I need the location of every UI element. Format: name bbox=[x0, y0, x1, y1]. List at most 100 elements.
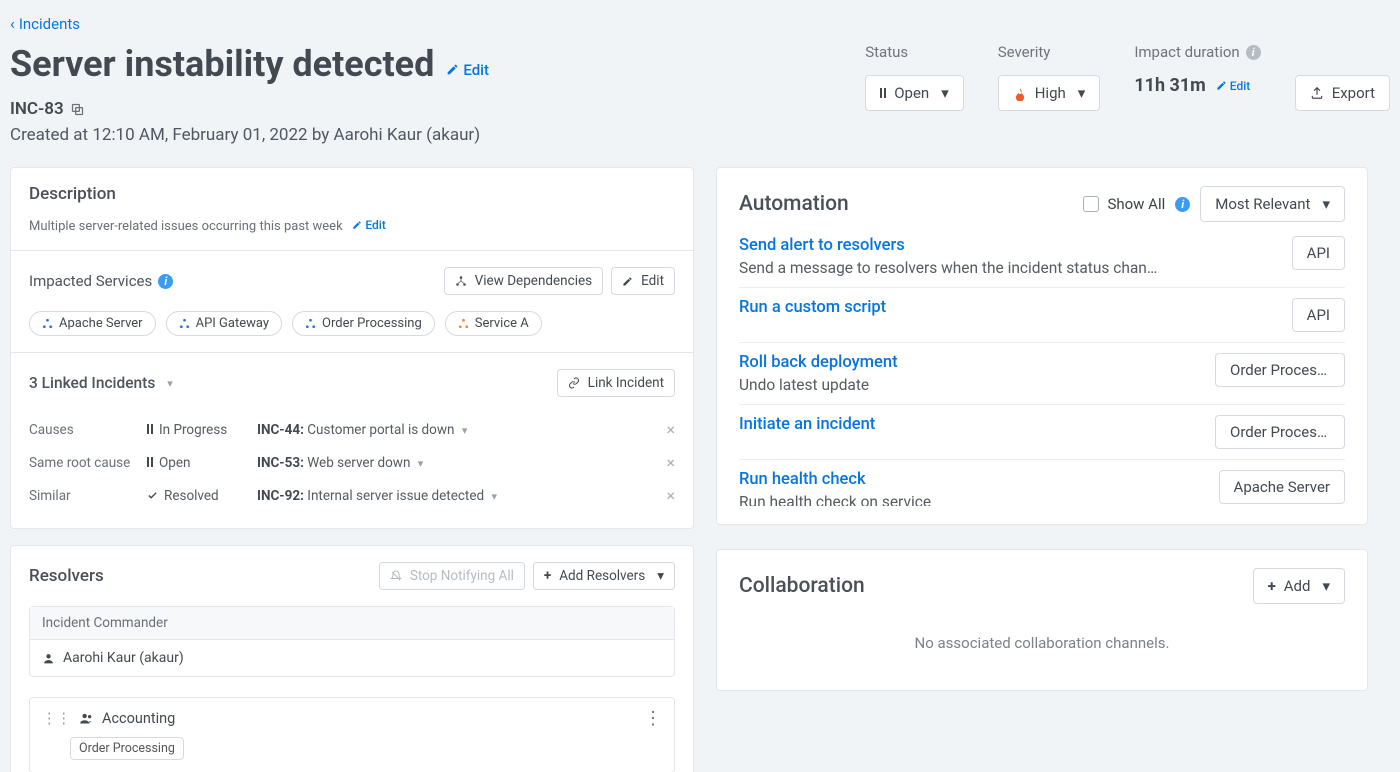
add-resolvers-button[interactable]: + Add Resolvers ▾ bbox=[533, 562, 675, 590]
pencil-icon bbox=[1216, 80, 1227, 91]
service-tag[interactable]: Order Processing bbox=[292, 311, 435, 336]
automation-badge[interactable]: API bbox=[1292, 298, 1345, 332]
service-name: API Gateway bbox=[196, 316, 269, 331]
meta-severity-label: Severity bbox=[998, 43, 1101, 61]
hierarchy-icon bbox=[458, 316, 469, 331]
pause-icon bbox=[880, 88, 886, 98]
fire-icon bbox=[1013, 84, 1027, 102]
automation-item: Run a custom script API bbox=[739, 288, 1345, 343]
collaboration-heading: Collaboration bbox=[739, 574, 865, 598]
export-button[interactable]: Export bbox=[1295, 75, 1390, 111]
breadcrumb[interactable]: ‹ Incidents bbox=[10, 12, 80, 43]
automation-name[interactable]: Roll back deployment bbox=[739, 353, 1201, 372]
caret-down-icon: ▾ bbox=[941, 84, 949, 102]
info-icon[interactable]: i bbox=[1175, 197, 1190, 212]
page-title: Server instability detected bbox=[10, 43, 434, 85]
edit-impact[interactable]: Edit bbox=[1216, 79, 1250, 93]
automation-item: Send alert to resolvers Send a message t… bbox=[739, 236, 1345, 288]
description-text: Multiple server-related issues occurring… bbox=[29, 219, 343, 234]
meta-panel: Status Open ▾ Severity High ▾ bbox=[865, 43, 1390, 111]
export-label: Export bbox=[1332, 84, 1375, 102]
role-person-row[interactable]: Aarohi Kaur (akaur) bbox=[30, 640, 674, 676]
hierarchy-icon bbox=[305, 316, 316, 331]
linked-status: Open bbox=[147, 455, 247, 471]
edit-description[interactable]: Edit bbox=[352, 218, 385, 232]
edit-title[interactable]: Edit bbox=[446, 61, 489, 79]
resolver-group: ⋮⋮ Accounting ⋮ Order Processing bbox=[29, 697, 675, 772]
automation-name[interactable]: Run a custom script bbox=[739, 298, 1278, 317]
automation-name[interactable]: Initiate an incident bbox=[739, 415, 1201, 434]
card-description-impacted-linked: Description Multiple server-related issu… bbox=[10, 167, 694, 529]
automation-sub: Run health check on service bbox=[739, 493, 1159, 506]
card-automation: Automation Show All i Most Relevant ▾ bbox=[716, 167, 1368, 525]
remove-linked-icon[interactable]: × bbox=[659, 486, 675, 505]
linked-status: In Progress bbox=[147, 422, 247, 438]
add-collaboration-button[interactable]: + Add ▾ bbox=[1253, 568, 1345, 604]
impact-duration: 11h 31m bbox=[1134, 75, 1205, 96]
remove-linked-icon[interactable]: × bbox=[659, 453, 675, 472]
pencil-icon bbox=[352, 220, 362, 230]
linked-ref[interactable]: INC-44: Customer portal is down ▾ bbox=[257, 422, 649, 438]
meta-status-label: Status bbox=[865, 43, 964, 61]
edit-title-label: Edit bbox=[463, 61, 489, 79]
automation-badge[interactable]: Order Processing bbox=[1215, 415, 1345, 449]
automation-badge[interactable]: API bbox=[1292, 236, 1345, 270]
automation-badge[interactable]: Apache Server bbox=[1219, 470, 1345, 504]
view-dependencies-button[interactable]: View Dependencies bbox=[444, 267, 603, 295]
card-collaboration: Collaboration + Add ▾ No associated coll… bbox=[716, 549, 1368, 691]
hierarchy-icon bbox=[179, 316, 190, 331]
automation-name[interactable]: Run health check bbox=[739, 470, 1205, 489]
remove-linked-icon[interactable]: × bbox=[659, 420, 675, 439]
automation-item: Initiate an incident Order Processing bbox=[739, 405, 1345, 460]
service-name: Apache Server bbox=[59, 316, 143, 331]
pencil-icon bbox=[622, 276, 633, 287]
plus-icon: + bbox=[544, 568, 551, 584]
linked-ref[interactable]: INC-92: Internal server issue detected ▾ bbox=[257, 488, 649, 504]
group-tag[interactable]: Order Processing bbox=[70, 737, 184, 760]
card-resolvers: Resolvers Stop Notifying All + Add Resol… bbox=[10, 545, 694, 772]
service-tag[interactable]: Apache Server bbox=[29, 311, 156, 336]
kebab-icon[interactable]: ⋮ bbox=[644, 708, 662, 729]
caret-down-icon: ▾ bbox=[657, 568, 664, 584]
link-incident-button[interactable]: Link Incident bbox=[557, 369, 675, 397]
drag-handle-icon[interactable]: ⋮⋮ bbox=[42, 710, 71, 727]
pause-icon bbox=[147, 455, 153, 471]
automation-sub: Undo latest update bbox=[739, 376, 1159, 394]
service-tag[interactable]: API Gateway bbox=[166, 311, 282, 336]
service-tag[interactable]: Service A bbox=[445, 311, 542, 336]
automation-badge[interactable]: Order Processing bbox=[1215, 353, 1345, 387]
automation-item: Run health check Run health check on ser… bbox=[739, 460, 1345, 506]
automation-list[interactable]: Send alert to resolvers Send a message t… bbox=[739, 236, 1345, 506]
checkbox-icon bbox=[1083, 196, 1099, 212]
show-all-checkbox[interactable]: Show All bbox=[1083, 195, 1165, 213]
service-name: Order Processing bbox=[322, 316, 422, 331]
stop-notifying-button[interactable]: Stop Notifying All bbox=[379, 562, 525, 590]
linked-incident-row: Similar Resolved INC-92: Internal server… bbox=[29, 479, 675, 512]
chevron-down-icon: ▾ bbox=[167, 377, 173, 390]
linked-heading-toggle[interactable]: 3 Linked Incidents ▾ bbox=[29, 374, 173, 392]
check-icon bbox=[147, 488, 158, 504]
info-icon[interactable]: i bbox=[1246, 45, 1261, 60]
meta-impact-label: Impact duration i bbox=[1134, 43, 1260, 61]
chevron-down-icon: ▾ bbox=[491, 490, 497, 503]
user-icon bbox=[42, 652, 55, 665]
caret-down-icon: ▾ bbox=[1322, 195, 1330, 213]
automation-sort-select[interactable]: Most Relevant ▾ bbox=[1200, 186, 1345, 222]
bell-off-icon bbox=[390, 570, 402, 582]
created-line: Created at 12:10 AM, February 01, 2022 b… bbox=[10, 125, 841, 145]
resolvers-heading: Resolvers bbox=[29, 566, 104, 586]
pause-icon bbox=[147, 422, 153, 438]
automation-name[interactable]: Send alert to resolvers bbox=[739, 236, 1278, 255]
collaboration-empty: No associated collaboration channels. bbox=[739, 604, 1345, 672]
edit-impacted-button[interactable]: Edit bbox=[611, 267, 675, 295]
linked-ref[interactable]: INC-53: Web server down ▾ bbox=[257, 455, 649, 471]
severity-select[interactable]: High ▾ bbox=[998, 75, 1101, 111]
group-name[interactable]: Accounting bbox=[102, 710, 175, 727]
automation-sub: Send a message to resolvers when the inc… bbox=[739, 259, 1159, 277]
copy-icon[interactable] bbox=[70, 102, 85, 117]
status-select[interactable]: Open ▾ bbox=[865, 75, 964, 111]
chevron-down-icon: ▾ bbox=[418, 457, 424, 470]
plus-icon: + bbox=[1268, 577, 1276, 595]
service-name: Service A bbox=[475, 316, 529, 331]
info-icon[interactable]: i bbox=[158, 274, 173, 289]
